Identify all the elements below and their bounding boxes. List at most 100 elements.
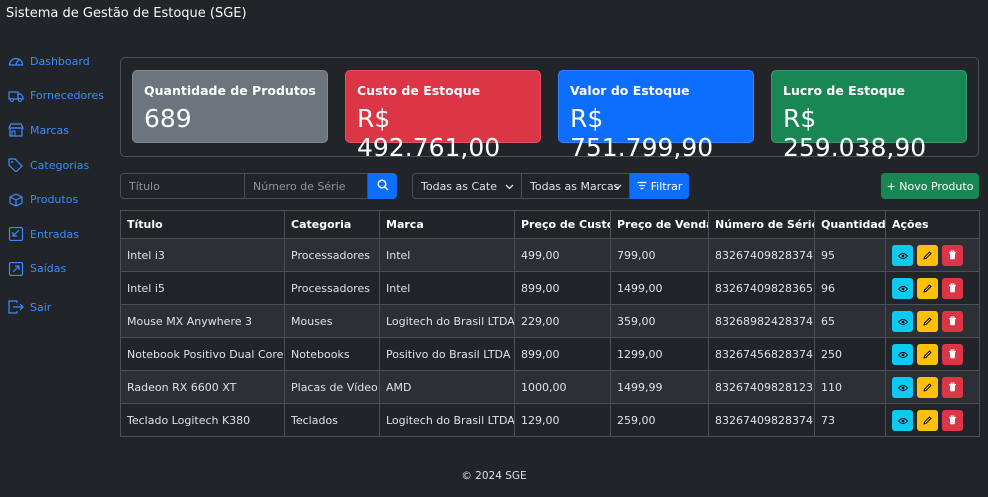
- metric-value: R$ 492.761,00: [357, 104, 501, 162]
- row-actions: [892, 376, 973, 398]
- search-icon: [376, 178, 389, 194]
- sidebar-item-entradas[interactable]: Entradas: [8, 217, 108, 252]
- edit-button[interactable]: [917, 244, 938, 266]
- delete-button[interactable]: [942, 244, 963, 266]
- eye-icon: [897, 380, 908, 395]
- view-button[interactable]: [892, 409, 913, 431]
- row-actions: [892, 277, 973, 299]
- table-cell: 799,00: [610, 238, 709, 272]
- brand-select-value: Todas as Marcas: [530, 179, 620, 193]
- trash-icon: [948, 380, 957, 395]
- view-button[interactable]: [892, 277, 913, 299]
- trash-icon: [948, 314, 957, 329]
- pencil-icon: [923, 347, 932, 362]
- delete-button[interactable]: [942, 376, 963, 398]
- column-header: Ações: [885, 210, 980, 239]
- sidebar-item-sair[interactable]: Sair: [8, 290, 108, 325]
- metric-value: 689: [144, 104, 192, 133]
- sidebar-item-label: Saídas: [30, 262, 67, 276]
- table-cell: 1499,00: [610, 271, 709, 305]
- table-cell: Processadores: [284, 271, 380, 305]
- view-button[interactable]: [892, 376, 913, 398]
- table-cell: Processadores: [284, 238, 380, 272]
- sidebar-item-label: Dashboard: [30, 54, 90, 68]
- edit-button[interactable]: [917, 277, 938, 299]
- table-cell: 110: [814, 370, 886, 404]
- brand-select[interactable]: Todas as Marcas: [522, 173, 630, 199]
- category-select-value: Todas as Categorias: [421, 179, 497, 193]
- actions-cell: [885, 403, 980, 437]
- eye-icon: [897, 314, 908, 329]
- view-button[interactable]: [892, 343, 913, 365]
- delete-button[interactable]: [942, 310, 963, 332]
- delete-button[interactable]: [942, 409, 963, 431]
- chevron-down-icon: [505, 181, 514, 194]
- search-button[interactable]: [368, 173, 397, 199]
- table-cell: Notebook Positivo Dual Core: [120, 337, 285, 371]
- edit-button[interactable]: [917, 376, 938, 398]
- sidebar: Dashboard Fornecedores Marcas Categorias…: [8, 44, 108, 325]
- table-cell: 1000,00: [514, 370, 611, 404]
- footer: © 2024 SGE: [461, 470, 527, 482]
- pencil-icon: [923, 281, 932, 296]
- trash-icon: [948, 281, 957, 296]
- edit-button[interactable]: [917, 409, 938, 431]
- table-cell: Mouses: [284, 304, 380, 338]
- table-cell: 83267409828123: [708, 370, 815, 404]
- sidebar-item-fornecedores[interactable]: Fornecedores: [8, 79, 108, 114]
- table-cell: 1299,00: [610, 337, 709, 371]
- view-button[interactable]: [892, 244, 913, 266]
- filter-button-label: Filtrar: [650, 179, 683, 193]
- metric-value: R$ 751.799,90: [570, 104, 714, 162]
- metric-card-quantidade: Quantidade de Produtos 689: [132, 70, 328, 143]
- table-cell: 65: [814, 304, 886, 338]
- metric-value: R$ 259.038,90: [783, 104, 927, 162]
- delete-button[interactable]: [942, 343, 963, 365]
- metric-title: Custo de Estoque: [357, 83, 481, 98]
- pencil-icon: [923, 314, 932, 329]
- edit-button[interactable]: [917, 343, 938, 365]
- table-cell: Radeon RX 6600 XT: [120, 370, 285, 404]
- column-header: Título: [120, 210, 285, 239]
- metric-title: Valor do Estoque: [570, 83, 690, 98]
- table-cell: Placas de Vídeo: [284, 370, 380, 404]
- title-search-input[interactable]: [120, 173, 245, 199]
- serial-number-input[interactable]: [245, 173, 368, 199]
- eye-icon: [897, 281, 908, 296]
- actions-cell: [885, 370, 980, 404]
- table-row: Intel i3 Processadores Intel 499,00 799,00 83…: [120, 238, 980, 272]
- column-header: Categoria: [284, 210, 380, 239]
- actions-cell: [885, 304, 980, 338]
- box-icon: [8, 192, 26, 208]
- sidebar-item-produtos[interactable]: Produtos: [8, 182, 108, 217]
- delete-button[interactable]: [942, 277, 963, 299]
- table-cell: Intel i5: [120, 271, 285, 305]
- table-cell: Intel i3: [120, 238, 285, 272]
- table-header-row: Título Categoria Marca Preço de Custo Pr…: [120, 210, 980, 239]
- column-header: Número de Série: [708, 210, 815, 239]
- table-cell: 83268982428374: [708, 304, 815, 338]
- box-arrow-right-icon: [8, 299, 26, 315]
- table-cell: 96: [814, 271, 886, 305]
- table-row: Mouse MX Anywhere 3 Mouses Logitech do Bra…: [120, 304, 980, 338]
- row-actions: [892, 244, 973, 266]
- trash-icon: [948, 347, 957, 362]
- filter-button[interactable]: Filtrar: [630, 173, 689, 199]
- sidebar-item-dashboard[interactable]: Dashboard: [8, 44, 108, 79]
- category-select[interactable]: Todas as Categorias: [412, 173, 522, 199]
- table-row: Teclado Logitech K380 Teclados Logitech do…: [120, 403, 980, 437]
- new-product-button[interactable]: + Novo Produto: [881, 173, 979, 199]
- table-cell: 359,00: [610, 304, 709, 338]
- app-title: Sistema de Gestão de Estoque (SGE): [6, 6, 247, 21]
- column-header: Preço de Venda: [610, 210, 709, 239]
- view-button[interactable]: [892, 310, 913, 332]
- sidebar-item-categorias[interactable]: Categorias: [8, 148, 108, 183]
- sidebar-item-marcas[interactable]: Marcas: [8, 113, 108, 148]
- arrow-down-left-square-icon: [8, 226, 26, 242]
- truck-icon: [8, 88, 26, 104]
- row-actions: [892, 409, 973, 431]
- chevron-down-icon: [613, 181, 622, 194]
- sidebar-item-saidas[interactable]: Saídas: [8, 252, 108, 287]
- table-cell: 83267456828374: [708, 337, 815, 371]
- edit-button[interactable]: [917, 310, 938, 332]
